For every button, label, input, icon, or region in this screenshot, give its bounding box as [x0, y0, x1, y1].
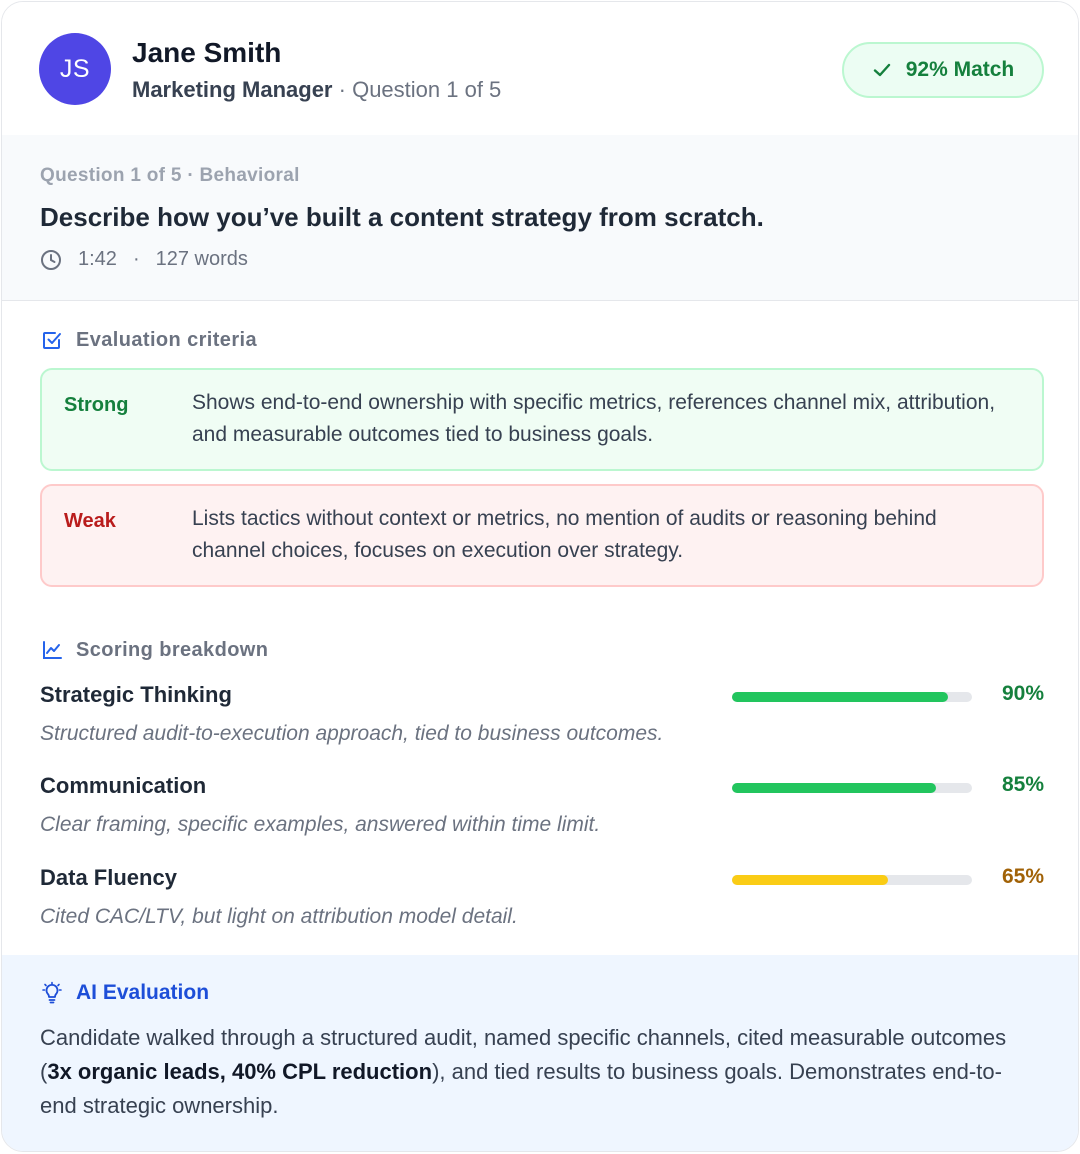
weak-label: Weak	[64, 510, 116, 532]
candidate-evaluation-card: JS Jane Smith Marketing Manager · Questi…	[1, 1, 1079, 1152]
ai-text-highlight: 3x organic leads, 40% CPL reduction	[47, 1059, 433, 1084]
separator: ·	[338, 77, 346, 102]
score-bar	[732, 692, 972, 702]
clock-icon	[41, 249, 61, 270]
answer-stats: 1:42 · 127 words	[40, 248, 248, 271]
score-description: Structured audit-to-execution approach, …	[40, 722, 664, 745]
ai-evaluation-panel: AI Evaluation Candidate walked through a…	[2, 955, 1078, 1151]
candidate-header: JS Jane Smith Marketing Manager · Questi…	[2, 2, 1078, 135]
candidate-name: Jane Smith	[132, 37, 282, 68]
score-description: Clear framing, specific examples, answer…	[40, 813, 601, 836]
criteria-weak: Weak Lists tactics without context or me…	[40, 484, 1044, 587]
score-bar-fill	[732, 692, 948, 702]
score-name: Strategic Thinking	[40, 682, 232, 707]
score-name: Data Fluency	[40, 865, 177, 890]
score-row: Strategic Thinking 90% Structured audit-…	[40, 682, 1044, 762]
ai-evaluation-text: Candidate walked through a structured au…	[40, 1021, 1030, 1123]
check-icon	[873, 63, 890, 77]
strong-description: Shows end-to-end ownership with specific…	[192, 391, 996, 446]
criteria-title: Evaluation criteria	[76, 328, 257, 351]
line-chart-icon	[43, 641, 62, 659]
criteria-heading: Evaluation criteria	[40, 328, 257, 352]
scoring-title: Scoring breakdown	[76, 638, 269, 661]
strong-label: Strong	[64, 394, 129, 416]
score-bar-fill	[732, 783, 936, 793]
score-percent: 90%	[1001, 682, 1044, 705]
lightbulb-icon	[42, 981, 62, 1004]
candidate-subline: Marketing Manager · Question 1 of 5	[132, 77, 501, 103]
weak-description: Lists tactics without context or metrics…	[192, 507, 937, 562]
score-bar	[732, 875, 972, 885]
question-text: Describe how you’ve built a content stra…	[40, 202, 764, 232]
score-name: Communication	[40, 773, 207, 798]
match-label: 92% Match	[905, 58, 1015, 81]
question-meta: Question 1 of 5 · Behavioral	[40, 165, 300, 186]
separator: ·	[132, 248, 140, 270]
score-percent: 85%	[1001, 773, 1044, 796]
ai-evaluation-title: AI Evaluation	[76, 981, 210, 1004]
question-panel: Question 1 of 5 · Behavioral Describe ho…	[2, 135, 1078, 301]
question-progress: Question 1 of 5	[352, 77, 502, 102]
scoring-heading: Scoring breakdown	[40, 638, 268, 662]
avatar[interactable]: JS	[39, 33, 111, 105]
criteria-strong: Strong Shows end-to-end ownership with s…	[40, 368, 1044, 471]
candidate-role: Marketing Manager	[132, 77, 333, 102]
score-bar	[732, 783, 972, 793]
score-row: Data Fluency 65% Cited CAC/LTV, but ligh…	[40, 865, 1044, 945]
checkbox-icon	[43, 332, 61, 349]
word-count: 127 words	[155, 248, 248, 270]
match-badge: 92% Match	[842, 42, 1044, 98]
score-percent: 65%	[1001, 865, 1044, 888]
answer-duration: 1:42	[78, 248, 117, 270]
ai-evaluation-heading: AI Evaluation	[40, 981, 209, 1005]
score-description: Cited CAC/LTV, but light on attribution …	[40, 905, 518, 928]
score-bar-fill	[732, 875, 888, 885]
score-row: Communication 85% Clear framing, specifi…	[40, 773, 1044, 853]
